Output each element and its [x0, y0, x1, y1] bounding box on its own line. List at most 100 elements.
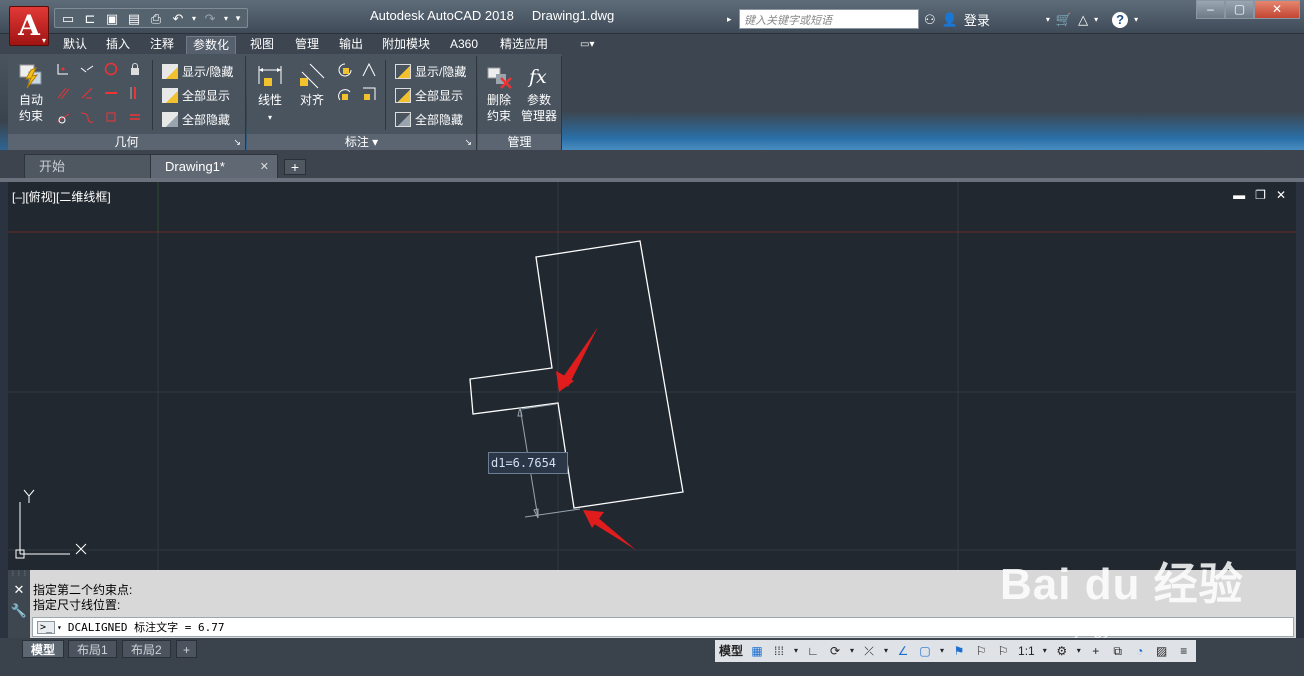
command-prompt-icon[interactable]: >_: [37, 620, 56, 634]
viewport-close-icon[interactable]: ✕: [1276, 188, 1286, 202]
coincident-icon[interactable]: [56, 62, 70, 76]
linear-dim-button[interactable]: 线性 ▾: [253, 62, 287, 126]
exchange-dropdown-icon[interactable]: ▾: [1094, 15, 1098, 24]
angular-dim-icon[interactable]: [337, 62, 353, 78]
snap-dropdown-icon[interactable]: ▾: [791, 641, 801, 661]
graphics-performance-icon[interactable]: ▨: [1152, 641, 1172, 661]
perpendicular-icon[interactable]: [80, 86, 94, 100]
collinear-icon[interactable]: [80, 62, 94, 76]
delete-constraints-button[interactable]: 删除 约束: [480, 62, 518, 124]
tab-view[interactable]: 视图: [244, 36, 280, 54]
cart-icon[interactable]: 🛒: [1056, 12, 1072, 28]
dim-show-all-button[interactable]: 全部显示: [395, 86, 463, 104]
grid-icon[interactable]: ▦: [747, 641, 767, 661]
symmetric-icon[interactable]: [104, 110, 118, 124]
save-as-icon[interactable]: ▤: [124, 10, 144, 27]
layout-tab-model[interactable]: 模型: [22, 640, 65, 658]
scale-dropdown-icon[interactable]: ▾: [1040, 641, 1050, 661]
object-snap-icon[interactable]: ▢: [915, 641, 935, 661]
parallel-icon[interactable]: [56, 86, 70, 100]
units-icon[interactable]: ⧉: [1108, 641, 1128, 661]
user-icon[interactable]: 👤: [942, 12, 958, 28]
new-tab-button[interactable]: +: [284, 159, 306, 175]
parameters-manager-button[interactable]: fx 参数 管理器: [518, 62, 560, 124]
fix-lock-icon[interactable]: [128, 62, 142, 76]
geo-hide-all-button[interactable]: 全部隐藏: [162, 110, 230, 128]
panel-label-dimension[interactable]: 标注 ▾ ↘: [247, 134, 476, 150]
radius-dim-icon[interactable]: [361, 62, 377, 78]
search-input[interactable]: 键入关键字或短语: [739, 9, 919, 29]
wrench-icon[interactable]: 🔧: [8, 600, 30, 622]
tab-default[interactable]: 默认: [57, 36, 93, 54]
grip-icon[interactable]: ⋮⋮⋮: [8, 570, 30, 580]
object-snap-tracking-icon[interactable]: ∠: [893, 641, 913, 661]
application-menu-button[interactable]: A ▾: [9, 6, 49, 46]
new-file-icon[interactable]: ▭: [58, 10, 78, 27]
annotation-monitor-icon[interactable]: +: [1086, 641, 1106, 661]
diameter-dim-icon[interactable]: [337, 86, 353, 102]
viewport-controls-label[interactable]: [–][俯视][二维线框]: [12, 188, 111, 205]
workspace-gear-icon[interactable]: ⚙: [1052, 641, 1072, 661]
layout-tab-2[interactable]: 布局2: [122, 640, 171, 658]
help-dropdown-icon[interactable]: ▾: [1134, 15, 1138, 24]
auto-scale-icon[interactable]: ⚐: [971, 641, 991, 661]
add-layout-button[interactable]: +: [176, 640, 198, 658]
vertical-icon[interactable]: [128, 86, 142, 100]
customize-qat-icon[interactable]: ▾: [232, 10, 244, 27]
exchange-icon[interactable]: △: [1078, 12, 1088, 28]
tab-parametric[interactable]: 参数化: [186, 36, 237, 54]
command-close-icon[interactable]: ✕: [8, 580, 30, 600]
close-icon[interactable]: ✕: [1254, 0, 1300, 19]
doc-tab-start[interactable]: 开始: [24, 154, 152, 178]
maximize-icon[interactable]: ▢: [1225, 0, 1254, 19]
convert-dim-icon[interactable]: [361, 86, 377, 102]
polar-dropdown-icon[interactable]: ▾: [847, 641, 857, 661]
login-link[interactable]: 登录: [964, 10, 990, 29]
auto-constrain-button[interactable]: 自动 约束: [12, 62, 50, 124]
undo-dropdown-icon[interactable]: ▾: [190, 10, 198, 27]
ortho-icon[interactable]: ∟: [803, 641, 823, 661]
isodraft-icon[interactable]: ⤫: [859, 641, 879, 661]
tab-output[interactable]: 输出: [333, 36, 369, 54]
viewport-restore-icon[interactable]: ❐: [1255, 188, 1266, 202]
model-space-button[interactable]: 模型: [717, 641, 745, 661]
annotation-scale-icon[interactable]: ⚐: [993, 641, 1013, 661]
search-expand-icon[interactable]: ▸: [727, 14, 739, 25]
geo-show-hide-button[interactable]: 显示/隐藏: [162, 62, 233, 80]
tangent-icon[interactable]: [56, 110, 70, 124]
tab-featured-apps[interactable]: 精选应用: [494, 36, 554, 54]
scale-dropdown[interactable]: 1:1: [1015, 641, 1038, 661]
tab-close-icon[interactable]: ✕: [260, 155, 269, 179]
tab-insert[interactable]: 插入: [100, 36, 136, 54]
quick-properties-icon[interactable]: ◔: [1130, 641, 1150, 661]
annotation-visibility-icon[interactable]: ⚑: [949, 641, 969, 661]
open-file-icon[interactable]: ⊏: [80, 10, 100, 27]
tab-manage[interactable]: 管理: [289, 36, 325, 54]
redo-dropdown-icon[interactable]: ▾: [222, 10, 230, 27]
concentric-icon[interactable]: [104, 62, 118, 76]
help-icon[interactable]: ?: [1112, 11, 1129, 28]
dialog-launcher-icon[interactable]: ↘: [233, 134, 241, 150]
redo-icon[interactable]: ↷: [200, 10, 220, 27]
recent-commands-dropdown-icon[interactable]: ▾: [57, 623, 62, 632]
undo-icon[interactable]: ↶: [168, 10, 188, 27]
tab-addins[interactable]: 附加模块: [376, 36, 436, 54]
isodraft-dropdown-icon[interactable]: ▾: [881, 641, 891, 661]
polar-icon[interactable]: ⟳: [825, 641, 845, 661]
snap-icon[interactable]: ⁞⁞⁞: [769, 641, 789, 661]
horizontal-icon[interactable]: [104, 86, 118, 100]
dim-show-hide-button[interactable]: 显示/隐藏: [395, 62, 466, 80]
viewport-minimize-icon[interactable]: ▬: [1233, 188, 1245, 202]
dimension-text-box[interactable]: d1=6.7654: [488, 452, 568, 474]
print-icon[interactable]: ⎙: [146, 10, 166, 27]
tab-annotate[interactable]: 注释: [144, 36, 180, 54]
dim-hide-all-button[interactable]: 全部隐藏: [395, 110, 463, 128]
minimize-icon[interactable]: –: [1196, 0, 1225, 19]
panel-label-geometry[interactable]: 几何 ↘: [8, 134, 245, 150]
layout-tab-1[interactable]: 布局1: [68, 640, 117, 658]
equal-icon[interactable]: [128, 110, 142, 124]
aligned-dim-button[interactable]: 对齐: [295, 62, 329, 108]
customization-menu-icon[interactable]: ≡: [1174, 641, 1194, 661]
object-snap-dropdown-icon[interactable]: ▾: [937, 641, 947, 661]
dim-dialog-launcher-icon[interactable]: ↘: [464, 134, 472, 150]
